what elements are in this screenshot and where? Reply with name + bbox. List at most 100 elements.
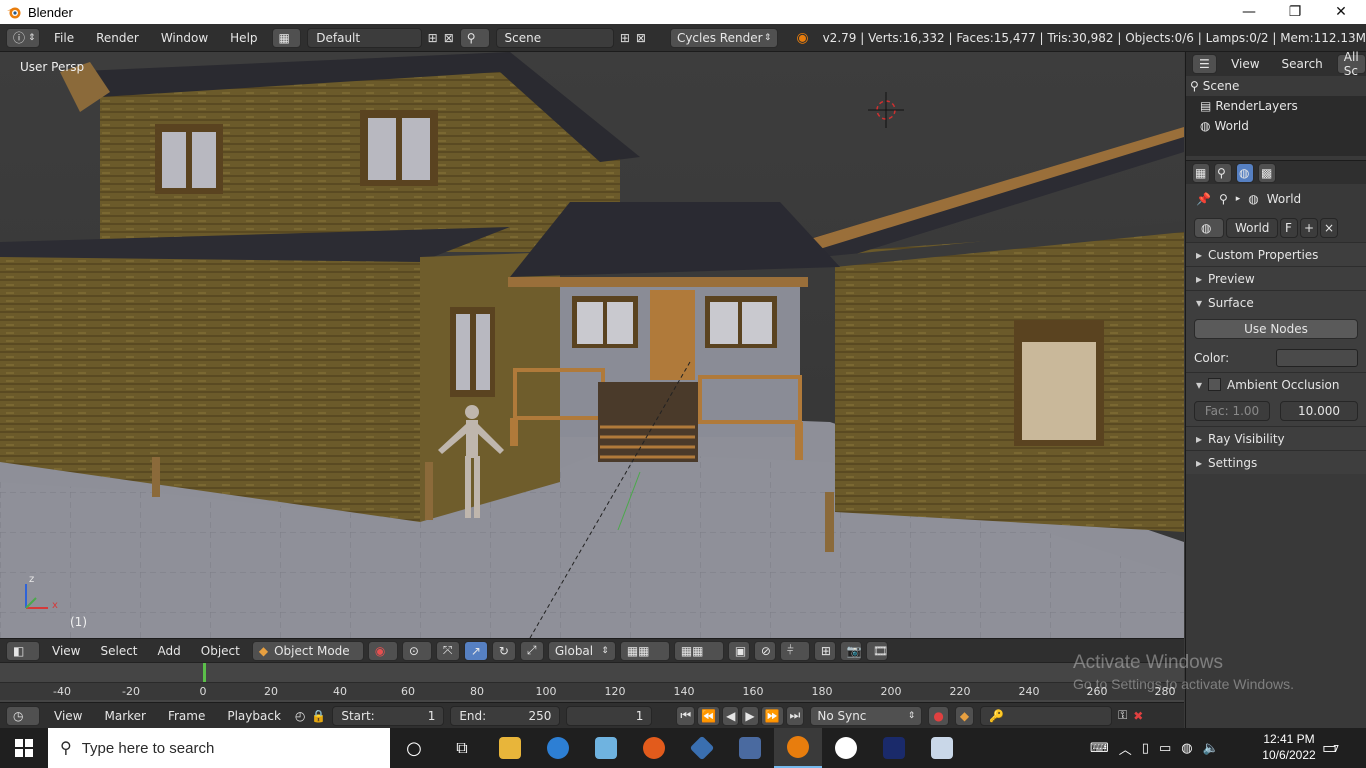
play-icon[interactable]: ▶ [741, 705, 759, 726]
outliner-menu-view[interactable]: View [1223, 54, 1267, 74]
lock-icon[interactable]: 🔒 [311, 709, 326, 723]
insert-keyframe-icon[interactable]: ⚿ [1118, 708, 1127, 723]
record-icon[interactable]: ● [928, 705, 949, 726]
keyframe-icon[interactable]: ◆ [954, 705, 975, 726]
tray-device-icon[interactable]: ▯ [1142, 741, 1149, 756]
panel-ambient-occlusion[interactable]: ▾ Ambient Occlusion [1186, 372, 1366, 396]
menu-file[interactable]: File [46, 28, 82, 48]
manipulator-toggle[interactable]: ⤧ [435, 640, 460, 661]
current-frame-marker[interactable] [203, 663, 206, 683]
snap-element-dropdown[interactable]: ⫩ [779, 640, 810, 661]
render-still-button[interactable]: 📷 [839, 640, 862, 661]
app-puzzle[interactable] [582, 728, 630, 768]
properties-editor-type-button[interactable]: ▦ [1192, 162, 1210, 183]
volume-icon[interactable]: 🔈 [1203, 741, 1219, 756]
battery-icon[interactable]: ▭ [1159, 741, 1171, 756]
jump-start-icon[interactable]: ⏮ [676, 705, 696, 726]
panel-surface[interactable]: ▾ Surface [1186, 290, 1366, 314]
end-frame-field[interactable]: End: 250 [450, 705, 561, 726]
app-media[interactable] [726, 728, 774, 768]
close-button[interactable]: ✕ [1318, 0, 1364, 24]
paint-app[interactable] [918, 728, 966, 768]
outliner-editor-type-button[interactable]: ☰ [1192, 54, 1218, 74]
menu-help[interactable]: Help [222, 28, 265, 48]
start-button[interactable] [0, 728, 48, 768]
ao-checkbox[interactable] [1208, 378, 1221, 391]
minimize-button[interactable]: — [1226, 0, 1272, 24]
sync-dropdown[interactable]: No Sync ⇕ [810, 705, 923, 726]
render-engine-dropdown[interactable]: Cycles Render ⇕ [669, 27, 779, 48]
app-dark[interactable] [870, 728, 918, 768]
snap-target-button[interactable]: ⊞ [813, 640, 836, 661]
lock-camera-button[interactable]: ▣ [727, 640, 750, 661]
unreal-app[interactable] [822, 728, 870, 768]
current-frame-field[interactable]: 1 [566, 705, 653, 726]
world-color-swatch[interactable] [1276, 349, 1358, 367]
fake-user-button[interactable]: F [1280, 218, 1298, 238]
3d-menu-view[interactable]: View [44, 641, 88, 661]
ao-distance-field[interactable]: 10.000 [1280, 401, 1358, 421]
mode-dropdown[interactable]: ◆ Object Mode [251, 640, 364, 661]
pivot-dropdown[interactable]: ⊙ [401, 640, 432, 661]
timeline-menu-playback[interactable]: Playback [219, 706, 289, 726]
blender-app[interactable] [774, 728, 822, 768]
menu-render[interactable]: Render [88, 28, 147, 48]
menu-window[interactable]: Window [153, 28, 216, 48]
network-icon[interactable]: ◍ [1181, 741, 1192, 756]
3d-menu-add[interactable]: Add [150, 641, 189, 661]
3d-editor-type-button[interactable]: ◧ [6, 640, 40, 661]
app-dolphin[interactable] [534, 728, 582, 768]
timeline-ruler[interactable]: -40 -20 0 20 40 60 80 100 120 140 160 18… [0, 682, 1184, 700]
timeline-editor-type-button[interactable]: ◷ [6, 705, 40, 726]
panel-custom-properties[interactable]: ▸ Custom Properties [1186, 242, 1366, 266]
new-world-button[interactable]: + [1300, 218, 1318, 238]
unlink-world-button[interactable]: × [1320, 218, 1338, 238]
panel-settings[interactable]: ▸ Settings [1186, 450, 1366, 474]
timeline-menu-marker[interactable]: Marker [96, 706, 153, 726]
file-explorer-app[interactable] [486, 728, 534, 768]
keying-set-field[interactable]: 🔑 [980, 705, 1113, 726]
outliner-item-renderlayers[interactable]: ▤ RenderLayers [1186, 96, 1366, 116]
add-scene-icon[interactable]: ⊞ [620, 31, 630, 45]
use-nodes-button[interactable]: Use Nodes [1194, 319, 1358, 339]
delete-keyframe-icon[interactable]: ✖ [1133, 709, 1143, 723]
ao-factor-field[interactable]: Fac: 1.00 [1194, 401, 1270, 421]
3d-menu-object[interactable]: Object [193, 641, 248, 661]
panel-ray-visibility[interactable]: ▸ Ray Visibility [1186, 426, 1366, 450]
proportional-edit-button[interactable]: ⊘ [753, 640, 776, 661]
3d-viewport[interactable]: User Persp z x (1) [0, 52, 1184, 638]
3d-menu-select[interactable]: Select [92, 641, 145, 661]
delete-layout-icon[interactable]: ⊠ [444, 31, 454, 45]
shading-dropdown[interactable]: ◉ [367, 640, 398, 661]
rotate-manipulator[interactable]: ↻ [491, 640, 516, 661]
tab-scene[interactable]: ⚲ [1214, 162, 1232, 183]
notifications-button[interactable]: ▭ 7 [1322, 738, 1339, 757]
keyboard-icon[interactable]: ⌨ [1090, 741, 1109, 756]
clock[interactable]: 12:41 PM 10/6/2022 [1260, 731, 1318, 763]
orientation-dropdown[interactable]: Global ⇕ [547, 640, 616, 661]
pin-icon[interactable]: 📌 [1196, 192, 1211, 206]
outliner-menu-search[interactable]: Search [1274, 54, 1331, 74]
render-anim-button[interactable]: 🎞 [865, 640, 888, 661]
outliner-tree[interactable]: ⚲ Scene ▤ RenderLayers ◍ World [1186, 76, 1366, 156]
prev-keyframe-icon[interactable]: ⏪ [697, 705, 721, 726]
outliner-filter-dropdown[interactable]: All Sc [1336, 50, 1366, 78]
start-frame-field[interactable]: Start: 1 [332, 705, 445, 726]
add-layout-icon[interactable]: ⊞ [428, 31, 438, 45]
taskbar-search[interactable]: ⚲ Type here to search [48, 728, 390, 768]
task-view-button[interactable]: ⧉ [438, 728, 486, 768]
world-browse-button[interactable]: ◍ [1194, 218, 1224, 238]
play-reverse-icon[interactable]: ◀ [722, 705, 740, 726]
firefox-app[interactable] [630, 728, 678, 768]
timeline-menu-frame[interactable]: Frame [160, 706, 213, 726]
layers-grid-a[interactable]: ▦▦ [619, 640, 670, 661]
next-keyframe-icon[interactable]: ⏩ [760, 705, 784, 726]
screen-layout-browse-button[interactable]: ▦ [271, 27, 302, 48]
cortana-button[interactable]: ○ [390, 728, 438, 768]
panel-preview[interactable]: ▸ Preview [1186, 266, 1366, 290]
world-name-field[interactable]: World [1226, 218, 1278, 238]
jump-end-icon[interactable]: ⏭ [785, 705, 805, 726]
tab-texture[interactable]: ▩ [1258, 162, 1276, 183]
outliner-item-world[interactable]: ◍ World [1186, 116, 1366, 136]
screen-layout-field[interactable]: Default [307, 27, 422, 48]
